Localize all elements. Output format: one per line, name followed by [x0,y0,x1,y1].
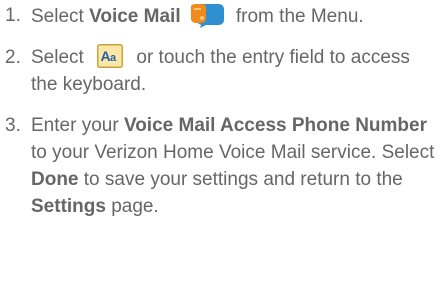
step-number: 1. [5,5,21,26]
step-text-part: to save your settings and return to the [78,169,403,190]
step-text-part: page. [105,196,159,217]
step-text-part: Select [31,47,90,68]
step-text: Select Voice Mail from the Menu. [31,2,444,30]
step-2: 2. Select A a or touch the entry field t… [0,44,444,98]
step-text-part: from the Menu. [230,6,364,27]
step-number: 3. [5,115,21,136]
settings-label: Settings [31,196,106,217]
instruction-steps: 1. Select Voice Mail from the Menu. 2. S… [0,2,444,234]
step-3: 3. Enter your Voice Mail Access Phone Nu… [0,112,444,220]
step-text-part: Select [31,6,90,27]
step-text: Select A a or touch the entry field to a… [31,44,444,98]
step-text-part: Enter your [31,115,124,136]
keyboard-aa-icon: A a [97,44,124,68]
svg-text:a: a [110,52,117,64]
voice-mail-app-icon [189,2,225,28]
done-label: Done [31,169,79,190]
step-number: 2. [5,47,21,68]
step-text-part: to your Verizon Home Voice Mail service.… [31,142,435,163]
step-1: 1. Select Voice Mail from the Menu. [0,2,444,30]
access-number-label: Voice Mail Access Phone Number [123,115,427,136]
voice-mail-label: Voice Mail [89,6,181,27]
step-text: Enter your Voice Mail Access Phone Numbe… [31,112,444,220]
